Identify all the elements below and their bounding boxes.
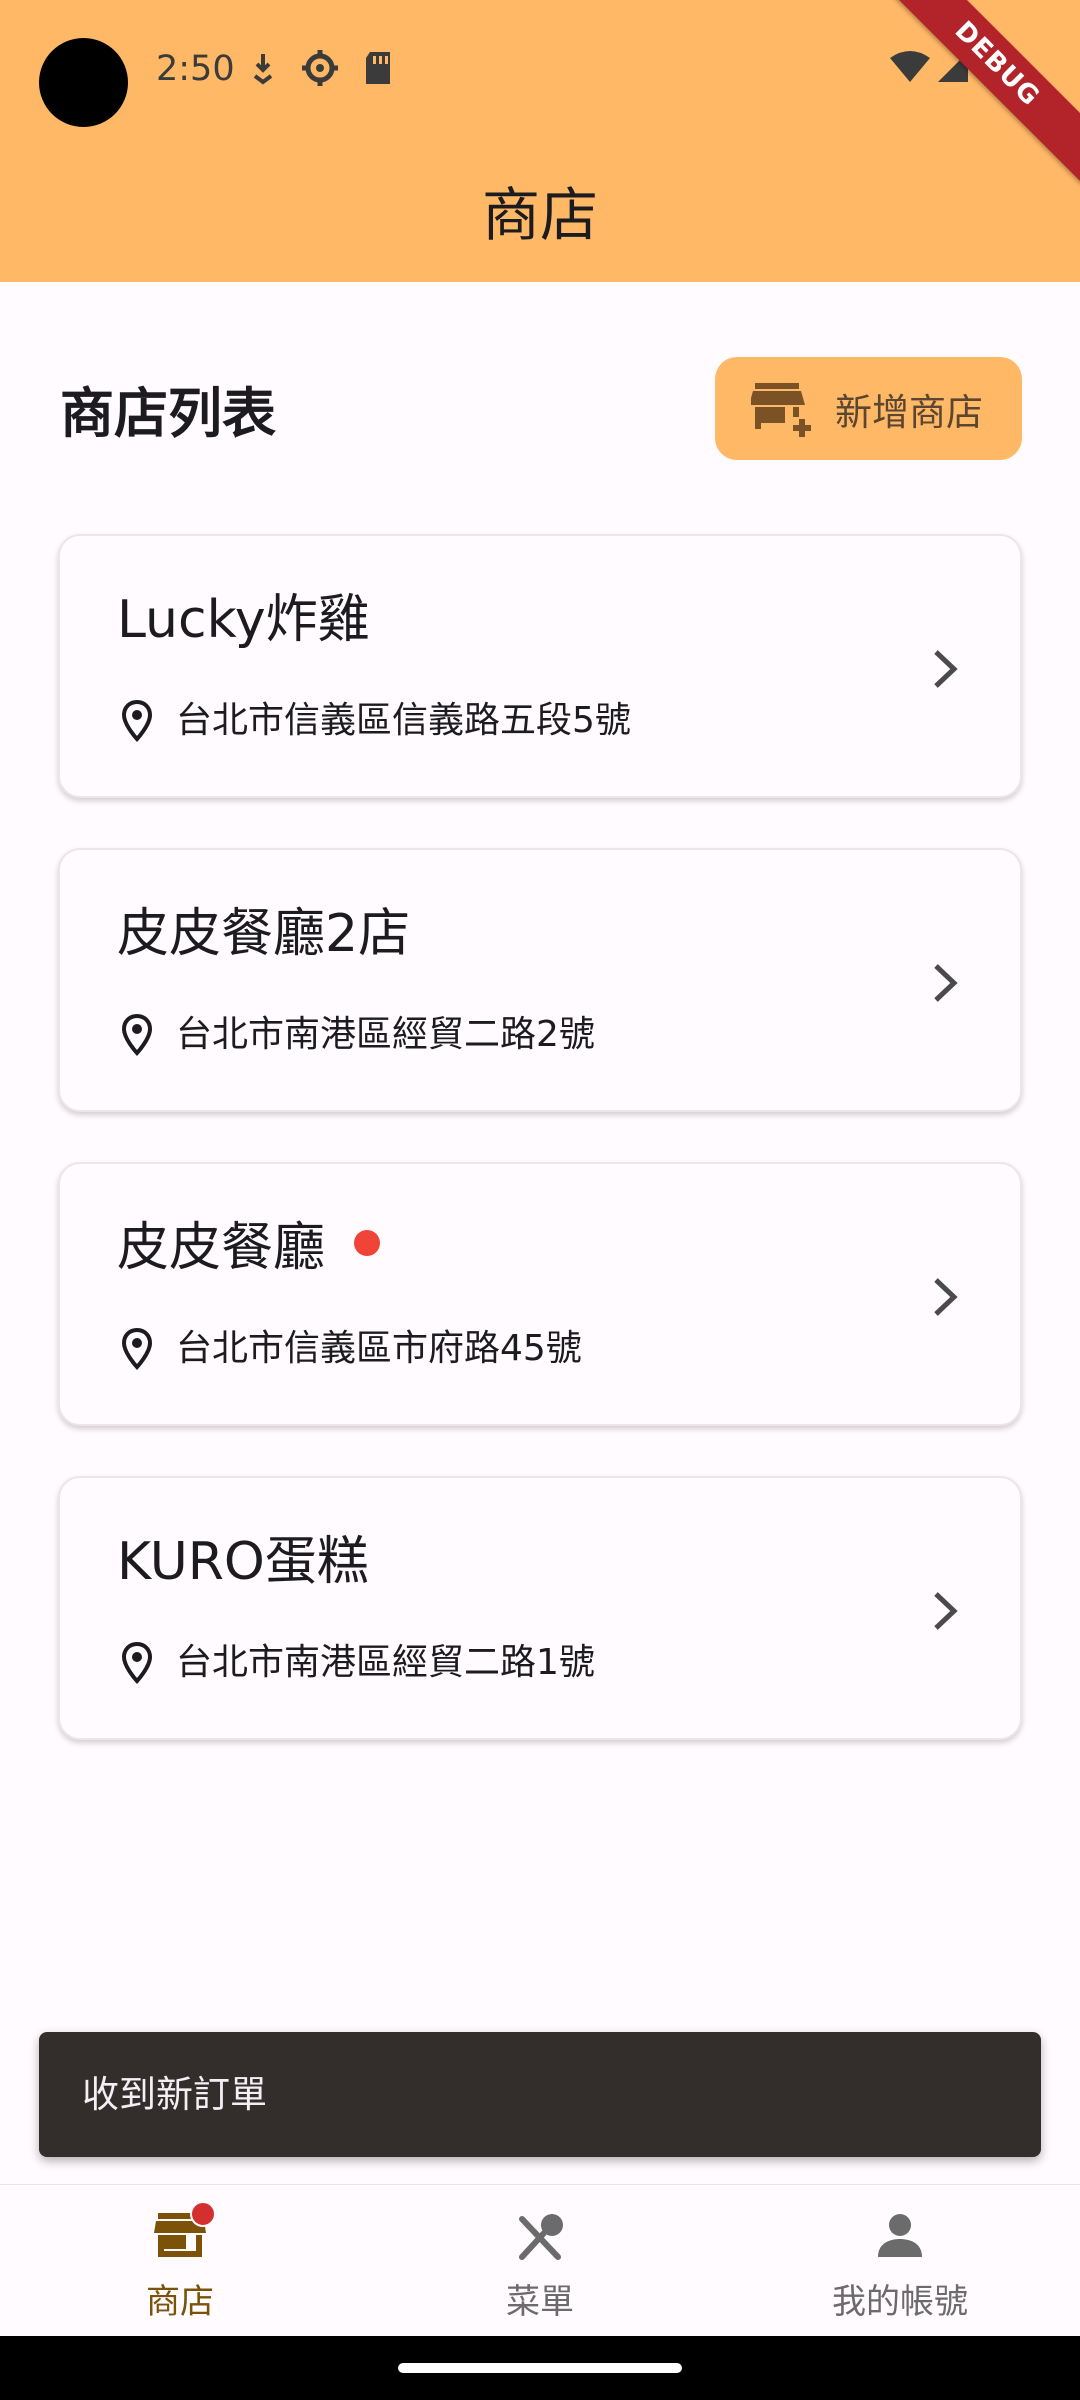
status-time: 2:50 bbox=[156, 49, 235, 89]
nav-label: 我的帳號 bbox=[832, 2282, 968, 2322]
nav-item-account[interactable]: 我的帳號 bbox=[720, 2185, 1080, 2337]
store-address: 台北市南港區經貿二路1號 bbox=[176, 1642, 595, 1683]
gesture-bar bbox=[0, 2336, 1080, 2400]
nav-item-store[interactable]: 商店 bbox=[0, 2185, 360, 2337]
location-pin-icon bbox=[121, 1013, 153, 1056]
location-pin-icon bbox=[121, 1327, 153, 1370]
store-card[interactable]: 皮皮餐廳 台北市信義區市府路45號 bbox=[58, 1162, 1022, 1426]
chevron-right-icon bbox=[934, 1592, 958, 1630]
store-name: 皮皮餐廳 bbox=[117, 1218, 326, 1278]
store-card[interactable]: Lucky炸雞 台北市信義區信義路五段5號 bbox=[58, 534, 1022, 798]
home-indicator[interactable] bbox=[398, 2363, 682, 2373]
wifi-icon bbox=[890, 51, 930, 82]
download-icon bbox=[253, 54, 273, 85]
add-store-icon bbox=[751, 382, 811, 437]
bottom-navigation: 商店 菜單 我的帳號 bbox=[0, 2184, 1080, 2337]
store-name: Lucky炸雞 bbox=[117, 590, 370, 650]
chevron-right-icon bbox=[934, 650, 958, 688]
store-card[interactable]: KURO蛋糕 台北市南港區經貿二路1號 bbox=[58, 1476, 1022, 1740]
settings-icon bbox=[302, 50, 338, 86]
store-address: 台北市南港區經貿二路2號 bbox=[176, 1014, 595, 1055]
store-name: KURO蛋糕 bbox=[117, 1532, 369, 1592]
chevron-right-icon bbox=[934, 1278, 958, 1316]
new-order-dot bbox=[354, 1230, 380, 1256]
store-list-heading: 商店列表 bbox=[60, 382, 276, 445]
nav-badge bbox=[190, 2201, 216, 2227]
utensils-icon bbox=[519, 2214, 563, 2260]
nav-item-menu[interactable]: 菜單 bbox=[360, 2185, 720, 2337]
store-address: 台北市信義區信義路五段5號 bbox=[176, 700, 631, 741]
status-bar: 2:50 bbox=[0, 0, 1080, 135]
add-store-button[interactable]: 新增商店 bbox=[715, 357, 1022, 460]
camera-cutout bbox=[39, 38, 128, 127]
snackbar: 收到新訂單 bbox=[39, 2032, 1041, 2157]
store-address: 台北市信義區市府路45號 bbox=[176, 1328, 582, 1369]
sd-card-icon bbox=[366, 52, 390, 84]
add-store-label: 新增商店 bbox=[835, 390, 983, 434]
store-card[interactable]: 皮皮餐廳2店 台北市南港區經貿二路2號 bbox=[58, 848, 1022, 1112]
store-name: 皮皮餐廳2店 bbox=[117, 904, 411, 964]
location-pin-icon bbox=[121, 699, 153, 742]
location-pin-icon bbox=[121, 1641, 153, 1684]
nav-label: 商店 bbox=[146, 2282, 214, 2322]
nav-label: 菜單 bbox=[506, 2282, 574, 2322]
person-icon bbox=[878, 2214, 922, 2257]
app-bar: 2:50 商店 DEBUG bbox=[0, 0, 1080, 282]
chevron-right-icon bbox=[934, 964, 958, 1002]
snackbar-message: 收到新訂單 bbox=[82, 2073, 267, 2116]
page-title: 商店 bbox=[481, 181, 598, 249]
